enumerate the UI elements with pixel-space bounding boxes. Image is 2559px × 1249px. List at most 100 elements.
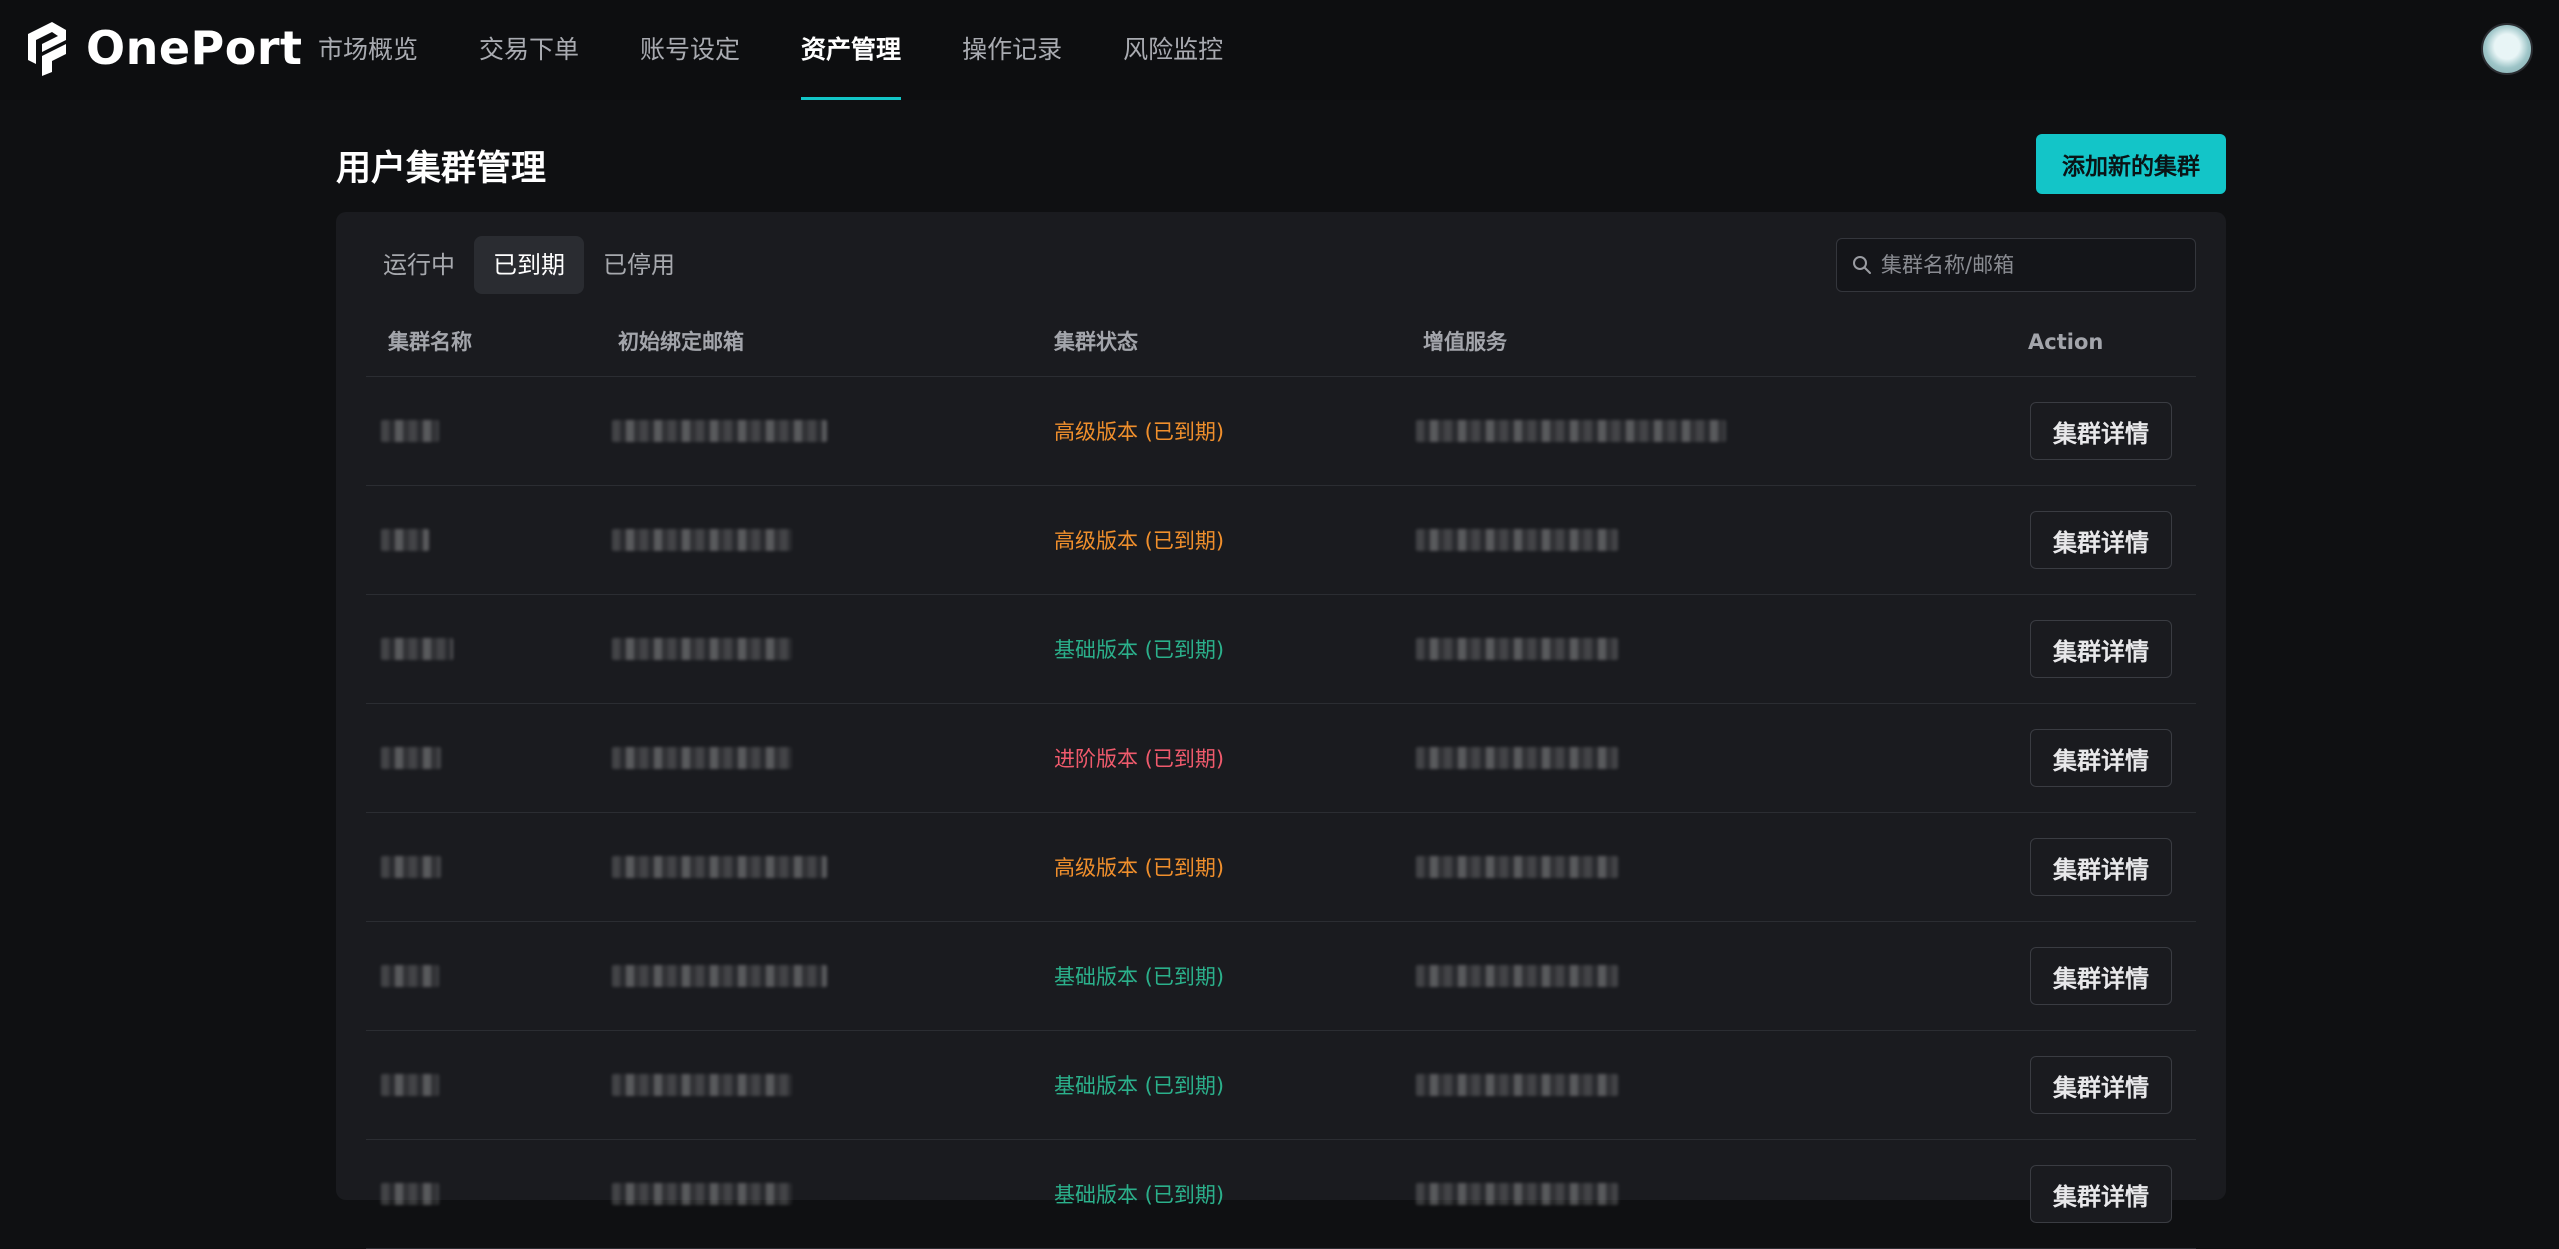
oneport-logo-icon: [28, 22, 66, 76]
status-cell: 基础版本 (已到期): [1054, 922, 1224, 1030]
cluster-name-cell: [381, 1140, 439, 1248]
column-header-status: 集群状态: [1054, 330, 1138, 354]
cluster-name-cell: [381, 486, 429, 594]
action-cell: 集群详情: [2030, 813, 2172, 921]
redacted-cluster-name: [381, 529, 429, 551]
status-text: 基础版本 (已到期): [1054, 1183, 1225, 1207]
table-row: 高级版本 (已到期) 集群详情: [366, 486, 2196, 595]
tab-expired[interactable]: 已到期: [474, 236, 584, 294]
email-cell: [612, 486, 792, 594]
status-tabs: 运行中 已到期 已停用: [364, 236, 694, 294]
status-text: 基础版本 (已到期): [1054, 965, 1225, 989]
status-cell: 高级版本 (已到期): [1054, 486, 1224, 594]
status-cell: 高级版本 (已到期): [1054, 813, 1224, 921]
redacted-email: [612, 420, 827, 442]
cluster-panel: 运行中 已到期 已停用 集群名称 初始绑定邮箱 集群状态 增值服务 Action…: [336, 212, 2226, 1249]
redacted-cluster-name: [381, 965, 439, 987]
cluster-detail-button[interactable]: 集群详情: [2030, 1165, 2172, 1223]
redacted-email: [612, 529, 792, 551]
table-row: 基础版本 (已到期) 集群详情: [366, 595, 2196, 704]
redacted-cluster-name: [381, 420, 439, 442]
user-avatar[interactable]: [2481, 23, 2533, 75]
redacted-service: [1416, 1074, 1618, 1096]
action-cell: 集群详情: [2030, 486, 2172, 594]
service-cell: [1416, 922, 1618, 1030]
table-row: 基础版本 (已到期) 集群详情: [366, 922, 2196, 1031]
redacted-service: [1416, 965, 1618, 987]
email-cell: [612, 813, 827, 921]
status-text: 高级版本 (已到期): [1054, 529, 1225, 553]
action-cell: 集群详情: [2030, 595, 2172, 703]
action-cell: 集群详情: [2030, 704, 2172, 812]
search-box[interactable]: [1836, 238, 2196, 292]
redacted-email: [612, 965, 827, 987]
cluster-name-cell: [381, 1031, 439, 1139]
status-cell: 基础版本 (已到期): [1054, 1031, 1224, 1139]
email-cell: [612, 1140, 792, 1248]
nav-item-trade[interactable]: 交易下单: [479, 0, 579, 100]
redacted-cluster-name: [381, 1183, 439, 1205]
search-input[interactable]: [1879, 252, 2183, 278]
redacted-email: [612, 856, 827, 878]
nav-item-assets[interactable]: 资产管理: [801, 0, 902, 100]
cluster-name-cell: [381, 813, 441, 921]
email-cell: [612, 922, 827, 1030]
status-text: 基础版本 (已到期): [1054, 1074, 1225, 1098]
oneport-logo[interactable]: OnePort: [22, 20, 303, 76]
action-cell: 集群详情: [2030, 1140, 2172, 1248]
cluster-name-cell: [381, 922, 439, 1030]
status-text: 基础版本 (已到期): [1054, 638, 1225, 662]
add-cluster-button[interactable]: 添加新的集群: [2036, 134, 2226, 194]
redacted-email: [612, 1183, 792, 1205]
status-text: 高级版本 (已到期): [1054, 856, 1225, 880]
cluster-detail-button[interactable]: 集群详情: [2030, 947, 2172, 1005]
email-cell: [612, 377, 827, 485]
tab-disabled[interactable]: 已停用: [584, 236, 694, 294]
cluster-name-cell: [381, 377, 439, 485]
status-text: 进阶版本 (已到期): [1054, 747, 1225, 771]
redacted-service: [1416, 856, 1618, 878]
redacted-service: [1416, 747, 1618, 769]
nav-item-market[interactable]: 市场概览: [318, 0, 418, 100]
cluster-name-cell: [381, 595, 453, 703]
page-title: 用户集群管理: [336, 149, 547, 189]
redacted-email: [612, 747, 792, 769]
cluster-detail-button[interactable]: 集群详情: [2030, 729, 2172, 787]
table-row: 高级版本 (已到期) 集群详情: [366, 813, 2196, 922]
service-cell: [1416, 595, 1618, 703]
table-header: 集群名称 初始绑定邮箱 集群状态 增值服务 Action: [366, 308, 2196, 377]
cluster-detail-button[interactable]: 集群详情: [2030, 402, 2172, 460]
top-navigation-bar: OnePort 市场概览 交易下单 账号设定 资产管理 操作记录 风险监控: [0, 0, 2559, 100]
service-cell: [1416, 1031, 1618, 1139]
redacted-service: [1416, 529, 1618, 551]
cluster-detail-button[interactable]: 集群详情: [2030, 511, 2172, 569]
email-cell: [612, 704, 792, 812]
action-cell: 集群详情: [2030, 922, 2172, 1030]
status-cell: 基础版本 (已到期): [1054, 595, 1224, 703]
redacted-service: [1416, 420, 1726, 442]
column-header-name: 集群名称: [388, 330, 472, 354]
cluster-detail-button[interactable]: 集群详情: [2030, 620, 2172, 678]
column-header-email: 初始绑定邮箱: [618, 330, 744, 354]
cluster-detail-button[interactable]: 集群详情: [2030, 838, 2172, 896]
tab-running[interactable]: 运行中: [364, 236, 474, 294]
cluster-name-cell: [381, 704, 441, 812]
redacted-cluster-name: [381, 1074, 439, 1096]
nav-item-records[interactable]: 操作记录: [962, 0, 1062, 100]
cluster-detail-button[interactable]: 集群详情: [2030, 1056, 2172, 1114]
nav-item-risk[interactable]: 风险监控: [1123, 0, 1223, 100]
brand-name: OnePort: [86, 21, 303, 75]
column-header-action: Action: [2028, 330, 2104, 354]
search-icon: [1853, 256, 1871, 274]
main-nav: 市场概览 交易下单 账号设定 资产管理 操作记录 风险监控: [318, 0, 1284, 100]
status-text: 高级版本 (已到期): [1054, 420, 1225, 444]
nav-item-account[interactable]: 账号设定: [640, 0, 740, 100]
service-cell: [1416, 486, 1618, 594]
email-cell: [612, 595, 792, 703]
service-cell: [1416, 1140, 1618, 1248]
redacted-email: [612, 638, 792, 660]
service-cell: [1416, 704, 1618, 812]
redacted-email: [612, 1074, 792, 1096]
redacted-cluster-name: [381, 747, 441, 769]
redacted-cluster-name: [381, 856, 441, 878]
